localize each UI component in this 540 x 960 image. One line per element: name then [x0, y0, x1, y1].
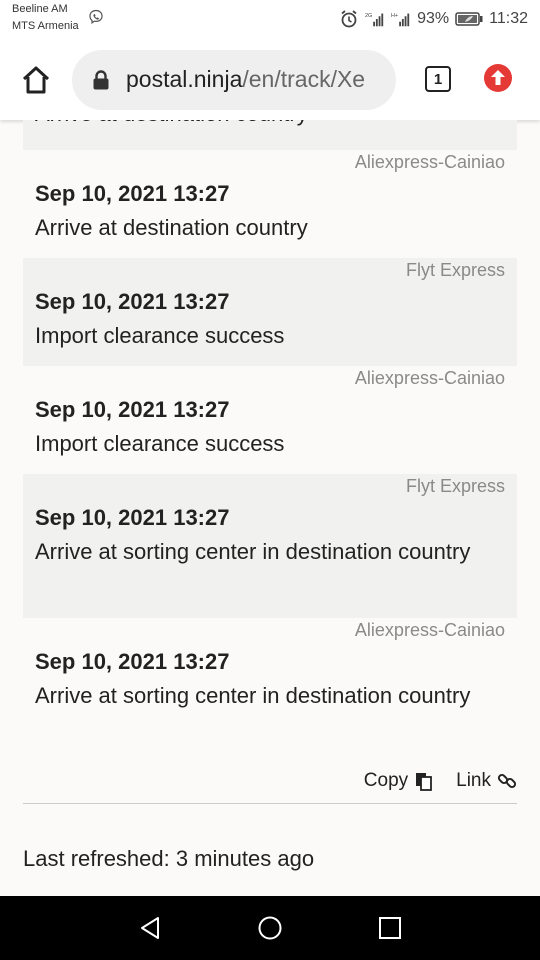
divider	[23, 803, 517, 804]
home-nav-icon[interactable]	[258, 916, 282, 940]
tracking-event-partial: Arrive at destination country	[23, 120, 517, 150]
carrier-name-2: MTS Armenia	[12, 20, 79, 32]
status-bar: Beeline AM MTS Armenia 2G H+ 93% 11:32	[0, 0, 540, 40]
event-carrier: Flyt Express	[405, 476, 505, 496]
sig1-label: 2G	[365, 13, 372, 19]
event-description: Arrive at destination country	[35, 120, 505, 132]
clock: 11:32	[489, 10, 528, 27]
carrier-name-1: Beeline AM	[12, 3, 68, 15]
tracking-event: Flyt Express Sep 10, 2021 13:27 Arrive a…	[23, 474, 517, 618]
system-nav-bar	[0, 896, 540, 960]
event-date: Sep 10, 2021 13:27	[35, 397, 230, 422]
event-description: Import clearance success	[35, 323, 285, 348]
alarm-icon	[341, 10, 357, 28]
address-bar[interactable]: postal.ninja/en/track/Xe	[72, 50, 396, 110]
tracking-event: Flyt Express Sep 10, 2021 13:27 Import c…	[23, 258, 517, 366]
event-description: Import clearance success	[35, 431, 285, 456]
status-icons: 2G H+ 93% 11:32	[339, 8, 528, 30]
copy-button[interactable]: Copy	[364, 770, 434, 792]
back-icon[interactable]	[138, 916, 162, 940]
recents-icon[interactable]	[378, 916, 402, 940]
last-refreshed-text: Last refreshed: 3 minutes ago	[23, 846, 315, 871]
link-label: Link	[456, 770, 491, 791]
tracking-event: Aliexpress-Cainiao Sep 10, 2021 13:27 Im…	[23, 366, 517, 474]
event-carrier: Aliexpress-Cainiao	[354, 368, 505, 388]
event-description: Arrive at sorting center in destination …	[35, 539, 471, 564]
event-carrier: Flyt Express	[405, 260, 505, 280]
url-path: /en/track/Xe	[242, 66, 366, 92]
event-carrier: Aliexpress-Cainiao	[354, 620, 505, 640]
url-text[interactable]: postal.ninja/en/track/Xe	[126, 66, 365, 93]
tab-count: 1	[433, 70, 443, 88]
home-icon[interactable]	[20, 64, 52, 96]
event-carrier: Aliexpress-Cainiao	[354, 152, 505, 172]
signal-icon-sim2: H+	[391, 13, 410, 27]
update-icon[interactable]	[484, 64, 512, 92]
event-date: Sep 10, 2021 13:27	[35, 505, 230, 530]
arrow-up-icon	[491, 70, 505, 85]
event-date: Sep 10, 2021 13:27	[35, 181, 230, 206]
battery-percent: 93%	[417, 10, 450, 27]
event-date: Sep 10, 2021 13:27	[35, 649, 230, 674]
sig2-label: H+	[391, 13, 398, 19]
event-description: Arrive at destination country	[35, 215, 308, 240]
copy-icon	[416, 773, 433, 791]
event-date: Sep 10, 2021 13:27	[35, 289, 230, 314]
tracking-event: Aliexpress-Cainiao Sep 10, 2021 13:27 Ar…	[23, 150, 517, 258]
viber-icon	[89, 9, 103, 24]
signal-icon-sim1: 2G	[365, 13, 384, 27]
battery-icon	[455, 12, 483, 26]
link-icon	[497, 773, 517, 789]
share-actions: Copy Link	[364, 770, 517, 792]
lock-icon	[93, 70, 109, 90]
event-description: Arrive at sorting center in destination …	[35, 683, 471, 708]
tracking-history: Arrive at destination country Aliexpress…	[0, 120, 540, 896]
url-host: postal.ninja	[126, 66, 243, 92]
browser-toolbar: postal.ninja/en/track/Xe 1	[0, 40, 540, 120]
tab-switcher-button[interactable]: 1	[425, 66, 451, 92]
copy-label: Copy	[363, 770, 409, 791]
tracking-event: Aliexpress-Cainiao Sep 10, 2021 13:27 Ar…	[23, 618, 517, 762]
link-button[interactable]: Link	[456, 770, 517, 792]
